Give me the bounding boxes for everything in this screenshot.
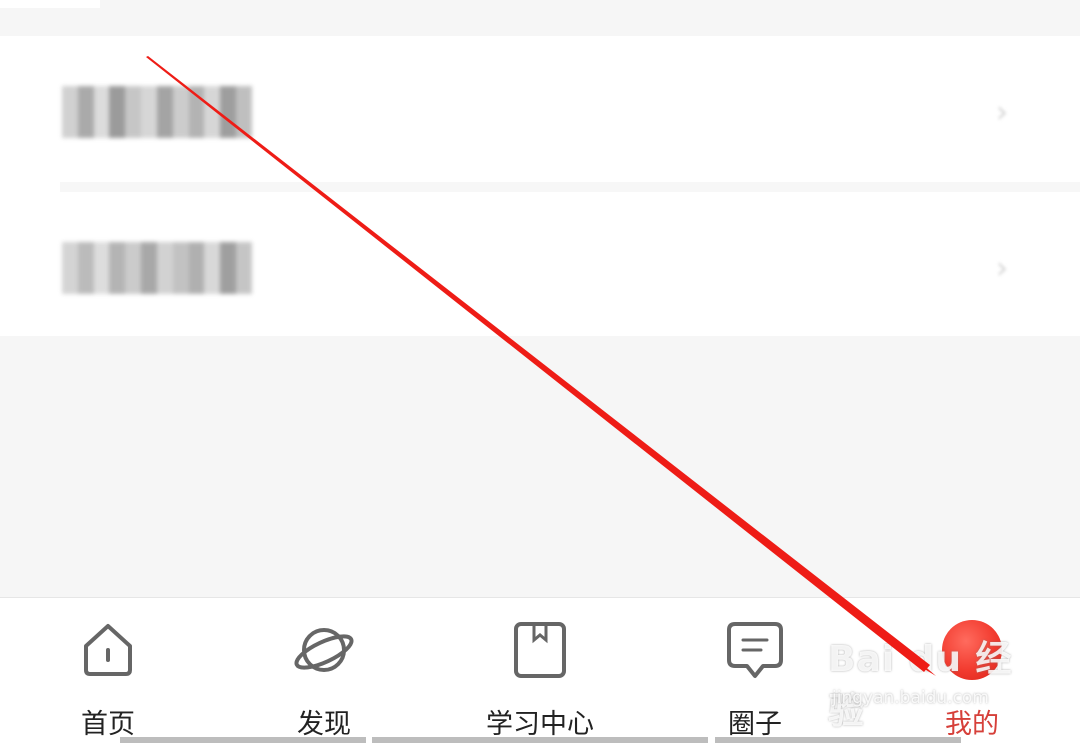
blurred-label <box>62 86 252 138</box>
bottom-indicator <box>715 737 961 743</box>
top-strip-highlight <box>0 0 100 8</box>
blurred-label <box>62 242 252 294</box>
bookmark-book-icon <box>508 618 572 682</box>
chat-bubble-icon <box>723 618 787 682</box>
tab-discover[interactable]: 发现 <box>282 598 366 744</box>
tab-discover-label: 发现 <box>297 709 351 740</box>
list-item[interactable]: › <box>0 206 1080 326</box>
list-item[interactable]: › <box>0 50 1080 170</box>
tab-me-label: 我的 <box>945 709 999 740</box>
top-strip <box>0 0 1080 36</box>
bottom-indicator <box>372 737 708 743</box>
home-icon <box>76 618 140 682</box>
tab-home-label: 首页 <box>81 709 135 740</box>
tab-circle-label: 圈子 <box>728 709 782 740</box>
bottom-indicator <box>120 737 366 743</box>
settings-list: › › <box>0 36 1080 336</box>
planet-icon <box>292 618 356 682</box>
profile-dot-icon <box>940 618 1004 682</box>
divider <box>60 182 1080 192</box>
tab-me[interactable]: 我的 <box>932 598 1012 744</box>
tab-home[interactable]: 首页 <box>68 598 148 744</box>
bottom-tab-bar: 首页 发现 学习中心 圈子 我的 <box>0 597 1080 744</box>
tab-circle[interactable]: 圈子 <box>715 598 795 744</box>
chevron-right-icon: › <box>996 250 1008 286</box>
chevron-right-icon: › <box>996 94 1008 130</box>
tab-learning-center[interactable]: 学习中心 <box>478 598 602 744</box>
tab-learning-center-label: 学习中心 <box>486 709 594 740</box>
